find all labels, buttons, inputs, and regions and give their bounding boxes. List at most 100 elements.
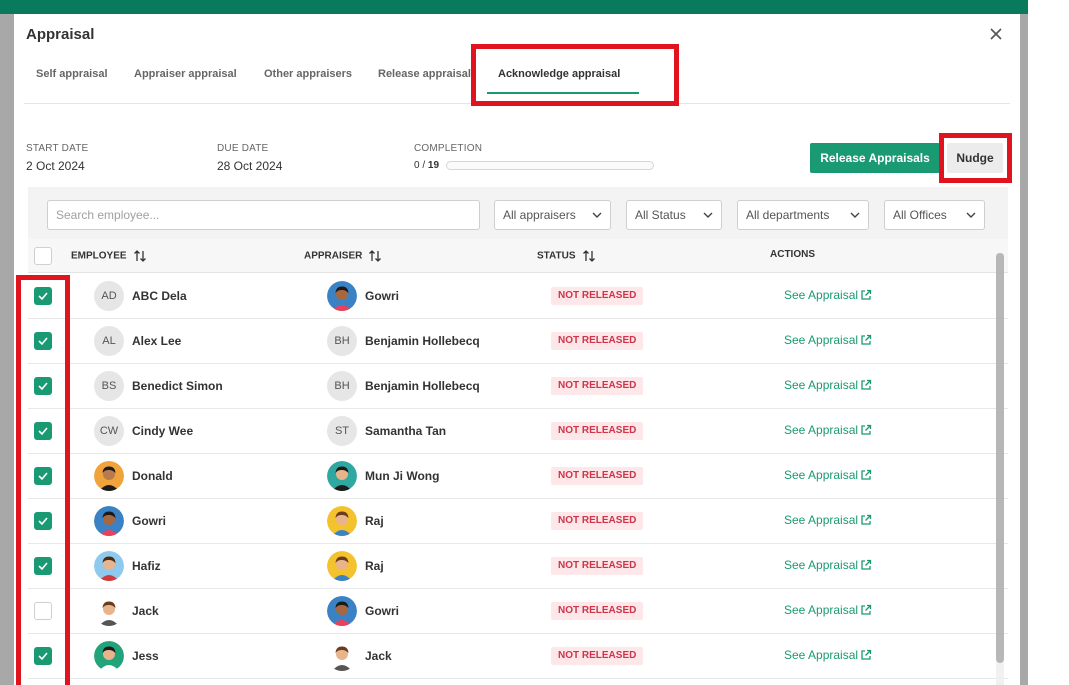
- status-badge: NOT RELEASED: [551, 332, 644, 350]
- external-link-icon: [861, 559, 872, 570]
- status-badge: NOT RELEASED: [551, 377, 644, 395]
- external-link-icon: [861, 604, 872, 615]
- appraiser-avatar: [327, 641, 357, 671]
- appraisers-filter-dropdown[interactable]: All appraisers: [494, 200, 611, 230]
- employee-avatar: [94, 551, 124, 581]
- employee-avatar: [94, 461, 124, 491]
- table-row: AL Alex Lee BH Benjamin Hollebecq NOT RELEAS…: [28, 319, 1008, 364]
- appraiser-avatar: BH: [327, 326, 357, 356]
- tab-self-appraisal[interactable]: Self appraisal: [36, 68, 108, 92]
- employee-avatar: [94, 506, 124, 536]
- chevron-down-icon: [592, 212, 602, 218]
- completion-progress-bar: [446, 161, 654, 170]
- see-appraisal-link[interactable]: See Appraisal: [784, 288, 872, 302]
- table-scrollbar-thumb[interactable]: [996, 253, 1004, 663]
- offices-filter-dropdown[interactable]: All Offices: [884, 200, 985, 230]
- select-all-checkbox[interactable]: [34, 247, 52, 265]
- modal-title: Appraisal: [26, 26, 95, 43]
- annotation-box-checkboxes: [16, 275, 70, 685]
- see-appraisal-link[interactable]: See Appraisal: [784, 378, 872, 392]
- table-row: Hafiz Raj NOT RELEASED See Appraisal: [28, 544, 1008, 589]
- status-filter-dropdown[interactable]: All Status: [626, 200, 722, 230]
- employee-table: EMPLOYEE APPRAISER STATUS ACTIONS AD ABC …: [28, 239, 1008, 685]
- status-badge: NOT RELEASED: [551, 287, 644, 305]
- employee-avatar: [94, 596, 124, 626]
- employee-name: Jack: [132, 604, 159, 618]
- see-appraisal-link[interactable]: See Appraisal: [784, 558, 872, 572]
- table-row: Jess Jack NOT RELEASED See Appraisal: [28, 634, 1008, 679]
- appraiser-name: Jack: [365, 649, 392, 663]
- annotation-box-nudge: [939, 133, 1012, 183]
- annotation-box-tab: [471, 44, 679, 106]
- see-appraisal-link[interactable]: See Appraisal: [784, 513, 872, 527]
- appraiser-avatar: BH: [327, 371, 357, 401]
- appraiser-name: Samantha Tan: [365, 424, 447, 438]
- appraiser-name: Raj: [365, 559, 384, 573]
- search-employee-input[interactable]: [47, 200, 480, 230]
- employee-name: Donald: [132, 469, 173, 483]
- external-link-icon: [861, 424, 872, 435]
- status-badge: NOT RELEASED: [551, 512, 644, 530]
- filter-bar: All appraisers All Status All department…: [28, 187, 1008, 239]
- external-link-icon: [861, 514, 872, 525]
- appraiser-name: Benjamin Hollebecq: [365, 334, 480, 348]
- table-row: BS Benedict Simon BH Benjamin Hollebecq NOT …: [28, 364, 1008, 409]
- appraiser-avatar: [327, 506, 357, 536]
- chevron-down-icon: [966, 212, 976, 218]
- employee-name: Alex Lee: [132, 334, 182, 348]
- appraiser-column-header[interactable]: APPRAISER: [304, 249, 382, 263]
- completion-count: 0 / 19: [414, 160, 440, 171]
- table-row: CW Cindy Wee ST Samantha Tan NOT RELEASED See…: [28, 409, 1008, 454]
- external-link-icon: [861, 649, 872, 660]
- table-row: Jack Gowri NOT RELEASED See Appraisal: [28, 589, 1008, 634]
- table-row: AD ABC Dela Gowri NOT RELEASED See Appraisal: [28, 274, 1008, 319]
- departments-filter-dropdown[interactable]: All departments: [737, 200, 869, 230]
- appraiser-avatar: [327, 551, 357, 581]
- employee-name: Gowri: [132, 514, 167, 528]
- appraiser-avatar: [327, 461, 357, 491]
- status-badge: NOT RELEASED: [551, 467, 644, 485]
- external-link-icon: [861, 379, 872, 390]
- actions-column-header: ACTIONS: [770, 249, 815, 260]
- appraiser-name: Gowri: [365, 289, 400, 303]
- external-link-icon: [861, 469, 872, 480]
- chevron-down-icon: [850, 212, 860, 218]
- due-date-label: DUE DATE: [217, 143, 269, 154]
- see-appraisal-link[interactable]: See Appraisal: [784, 648, 872, 662]
- see-appraisal-link[interactable]: See Appraisal: [784, 333, 872, 347]
- sort-icon: [133, 250, 146, 262]
- release-appraisals-button[interactable]: Release Appraisals: [810, 143, 940, 173]
- background-app-left: [0, 14, 14, 685]
- status-column-header[interactable]: STATUS: [537, 249, 596, 263]
- employee-name: Hafiz: [132, 559, 161, 573]
- see-appraisal-link[interactable]: See Appraisal: [784, 468, 872, 482]
- status-badge: NOT RELEASED: [551, 647, 644, 665]
- sort-icon: [582, 250, 595, 262]
- appraiser-avatar: ST: [327, 416, 357, 446]
- appraiser-avatar: [327, 596, 357, 626]
- external-link-icon: [861, 334, 872, 345]
- tab-appraiser-appraisal[interactable]: Appraiser appraisal: [134, 68, 237, 92]
- appraiser-avatar: [327, 281, 357, 311]
- external-link-icon: [861, 289, 872, 300]
- completion-label: COMPLETION: [414, 143, 483, 154]
- see-appraisal-link[interactable]: See Appraisal: [784, 603, 872, 617]
- employee-name: Benedict Simon: [132, 379, 223, 393]
- status-badge: NOT RELEASED: [551, 557, 644, 575]
- start-date-label: START DATE: [26, 143, 89, 154]
- close-button[interactable]: [986, 24, 1006, 44]
- see-appraisal-link[interactable]: See Appraisal: [784, 423, 872, 437]
- tab-other-appraisers[interactable]: Other appraisers: [264, 68, 352, 92]
- due-date-value: 28 Oct 2024: [217, 159, 283, 173]
- employee-name: Jess: [132, 649, 159, 663]
- tab-release-appraisal[interactable]: Release appraisal: [378, 68, 474, 92]
- close-icon: [990, 28, 1002, 40]
- appraisal-modal: Appraisal Self appraisal Appraiser appra…: [14, 14, 1020, 685]
- table-row: Gowri Raj NOT RELEASED See Appraisal: [28, 499, 1008, 544]
- employee-avatar: AD: [94, 281, 124, 311]
- employee-column-header[interactable]: EMPLOYEE: [71, 249, 147, 263]
- background-app-header: [0, 0, 1028, 14]
- employee-avatar: AL: [94, 326, 124, 356]
- employee-name: ABC Dela: [132, 289, 187, 303]
- table-row: Donald Mun Ji Wong NOT RELEASED See Apprais…: [28, 454, 1008, 499]
